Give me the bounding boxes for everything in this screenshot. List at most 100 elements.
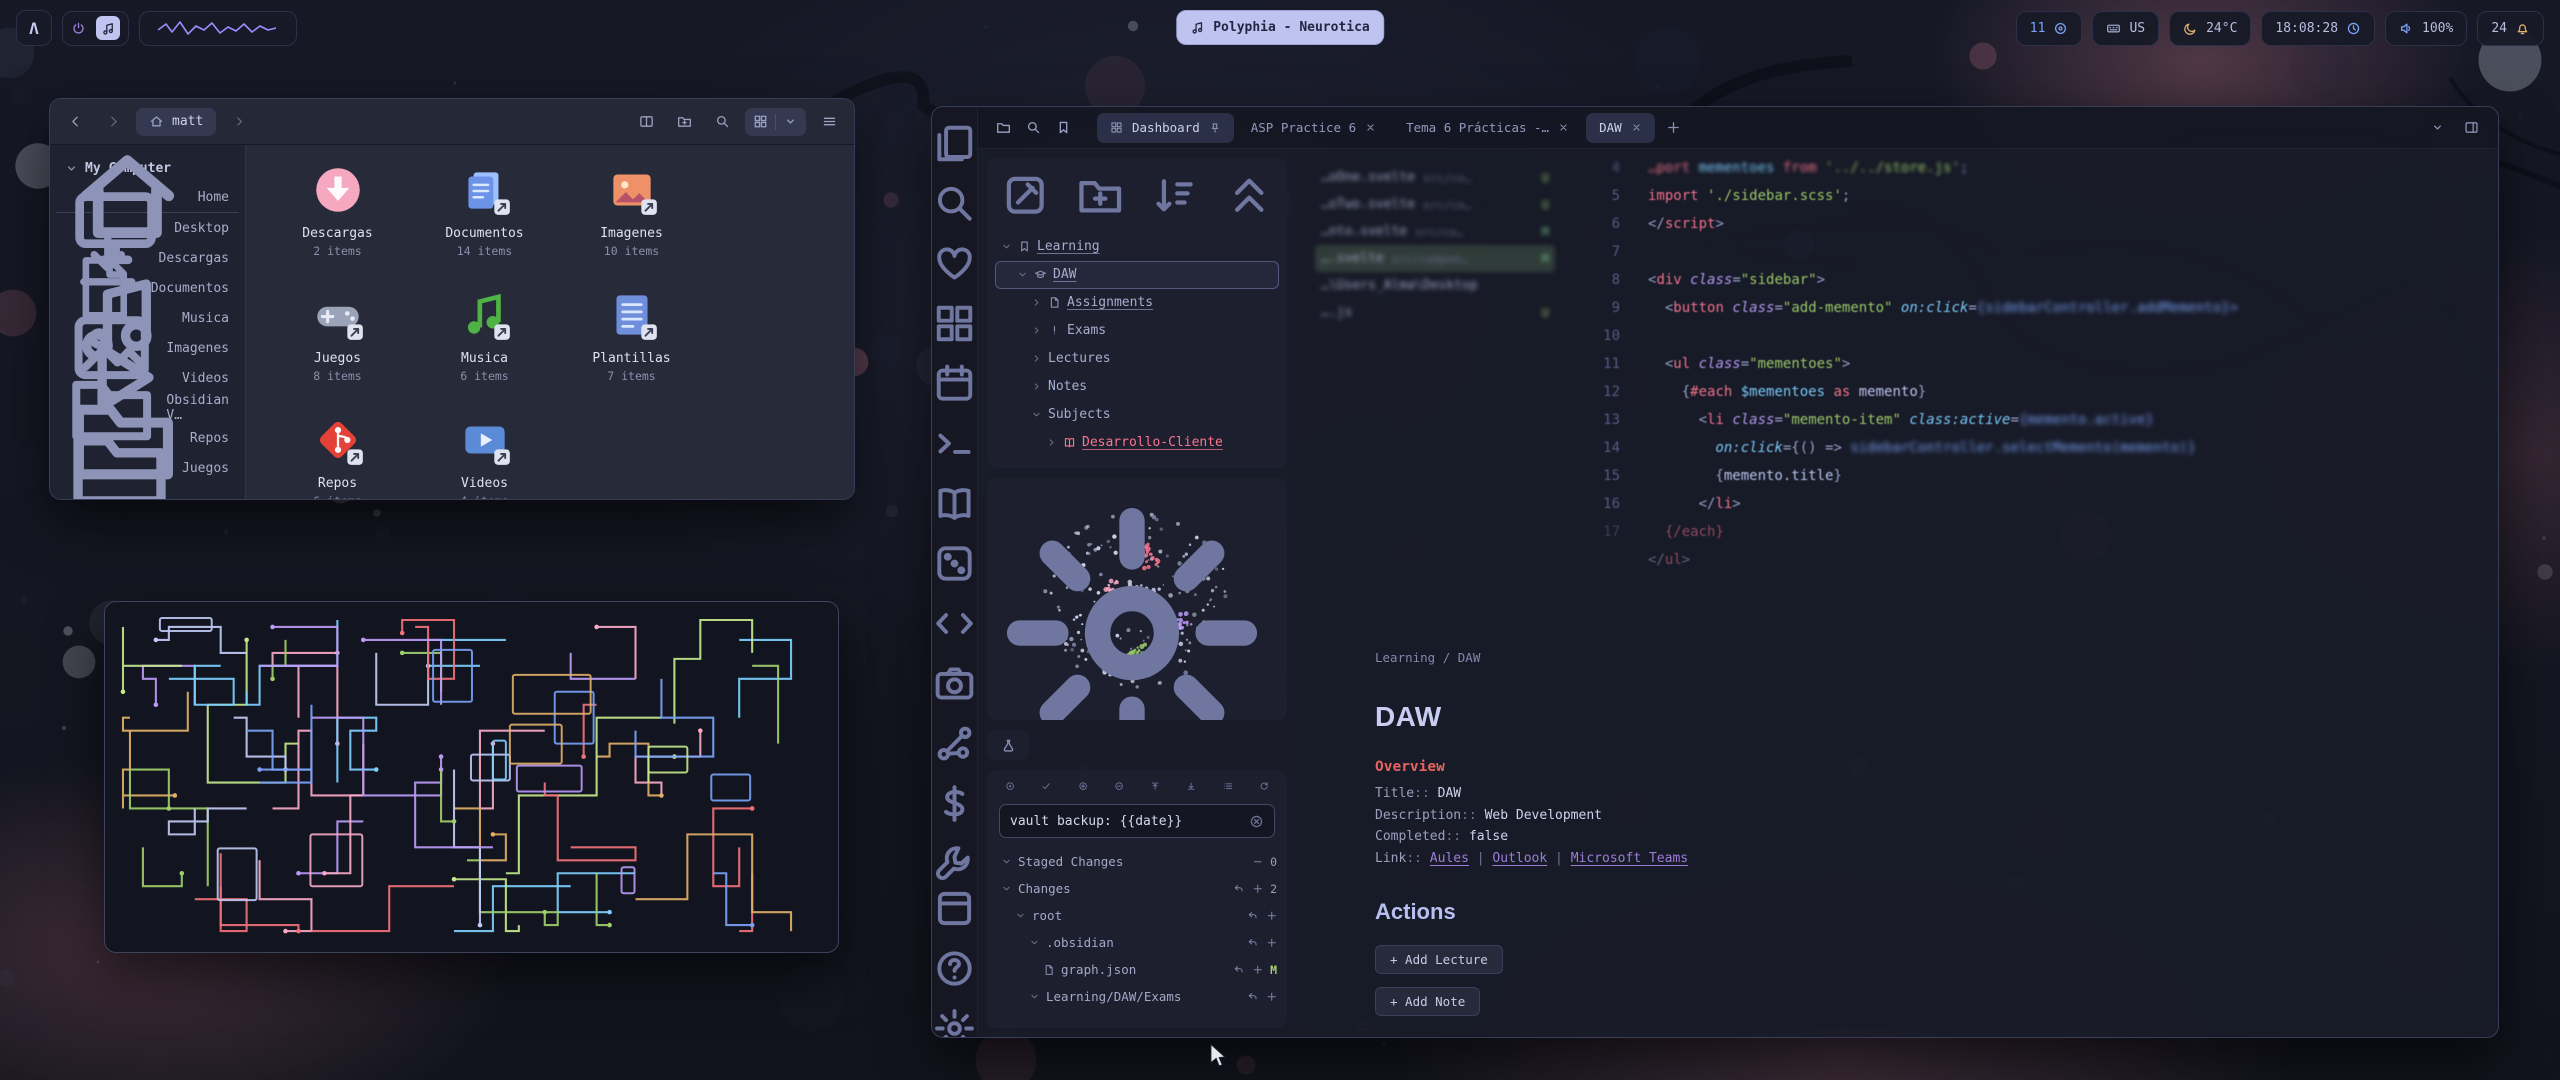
audio-visualizer[interactable] <box>139 11 297 46</box>
gear-icon[interactable] <box>987 488 1277 720</box>
view-switcher[interactable] <box>745 108 806 136</box>
view-caret-icon[interactable] <box>783 114 798 129</box>
row-actions[interactable] <box>1247 937 1277 949</box>
list-icon[interactable] <box>1223 781 1233 791</box>
down2-icon[interactable] <box>1186 781 1196 791</box>
refresh-icon[interactable] <box>1259 781 1269 791</box>
tree-item-notes[interactable]: Notes <box>995 373 1279 401</box>
folder-juegos[interactable]: Juegos8 items <box>264 286 411 383</box>
git-row-staged-changes[interactable]: Staged Changes0 <box>997 848 1277 875</box>
new-tab-button[interactable] <box>1661 115 1687 141</box>
folder-musica[interactable]: Musica6 items <box>411 286 558 383</box>
graph-icon[interactable] <box>932 721 977 766</box>
launcher-button[interactable]: Λ <box>16 10 52 46</box>
git-row-obsidian[interactable]: .obsidian <box>997 929 1277 956</box>
tab-list-button[interactable] <box>2424 115 2450 141</box>
row-actions[interactable]: M <box>1233 963 1277 977</box>
gear-icon[interactable] <box>932 1006 977 1038</box>
now-playing-pill[interactable]: Polyphia - Neurotica <box>1176 10 1384 45</box>
link-outlook[interactable]: Outlook <box>1492 851 1547 866</box>
box-icon[interactable] <box>932 886 977 931</box>
wrench-icon[interactable] <box>932 841 977 886</box>
folder-tab-icon[interactable] <box>996 120 1011 135</box>
git-row-learning-daw-exams[interactable]: Learning/DAW/Exams <box>997 983 1277 1010</box>
keyboard-layout-pill[interactable]: US <box>2092 11 2159 46</box>
workspaces-pill[interactable]: 11 <box>2016 11 2083 46</box>
back-button[interactable] <box>60 107 90 137</box>
action-button-add-note[interactable]: + Add Note <box>1375 987 1480 1016</box>
media-icon[interactable] <box>96 16 120 40</box>
new-folder-button[interactable] <box>669 107 699 137</box>
collapsed-panel[interactable] <box>987 730 1029 760</box>
clock-pill[interactable]: 18:08:28 <box>2261 11 2375 46</box>
folder-repos[interactable]: Repos6 items <box>264 411 411 500</box>
search-tab-icon[interactable] <box>1026 120 1041 135</box>
toggle-right-sidebar-button[interactable] <box>2458 115 2484 141</box>
sort-icon[interactable] <box>1150 171 1199 220</box>
book-icon[interactable] <box>932 481 977 526</box>
calendar-icon[interactable] <box>932 361 977 406</box>
files-icon[interactable] <box>932 121 977 166</box>
git-row-changes[interactable]: Changes2 <box>997 875 1277 902</box>
terminal-icon[interactable] <box>932 421 977 466</box>
row-actions[interactable] <box>1247 991 1277 1003</box>
camera-icon[interactable] <box>932 661 977 706</box>
breadcrumb[interactable]: matt <box>136 108 216 136</box>
tree-item-subjects[interactable]: Subjects <box>995 401 1279 429</box>
link-aules[interactable]: Aules <box>1430 851 1469 866</box>
folder-imagenes[interactable]: Imagenes10 items <box>558 161 705 258</box>
row-actions[interactable] <box>1247 910 1277 922</box>
upload-icon[interactable] <box>1150 781 1160 791</box>
volume-pill[interactable]: 100% <box>2385 11 2467 46</box>
pluscirc-icon[interactable] <box>1078 781 1088 791</box>
dollar-icon[interactable] <box>932 781 977 826</box>
help-icon[interactable] <box>932 946 977 991</box>
dice-icon[interactable] <box>932 541 977 586</box>
search-icon[interactable] <box>932 181 977 226</box>
sidebar-item-juegos[interactable]: Juegos <box>56 453 239 483</box>
split-view-button[interactable] <box>631 107 661 137</box>
tree-item-assignments[interactable]: Assignments <box>995 289 1279 317</box>
folder-descargas[interactable]: Descargas2 items <box>264 161 411 258</box>
tree-item-daw[interactable]: DAW <box>995 261 1279 289</box>
action-button-add-lecture[interactable]: + Add Lecture <box>1375 945 1503 974</box>
forward-button[interactable] <box>98 107 128 137</box>
close-icon[interactable] <box>1365 122 1376 133</box>
newnote-icon[interactable] <box>1001 171 1050 220</box>
row-actions[interactable]: 0 <box>1252 855 1277 869</box>
close-icon[interactable] <box>1558 122 1569 133</box>
grid-view-icon[interactable] <box>753 114 768 129</box>
tree-item-exams[interactable]: Exams <box>995 317 1279 345</box>
tree-item-lectures[interactable]: Lectures <box>995 345 1279 373</box>
heart-icon[interactable] <box>932 241 977 286</box>
grid-icon[interactable] <box>932 301 977 346</box>
tree-item-desarrollo-cliente[interactable]: Desarrollo-Cliente <box>995 429 1279 457</box>
check-icon[interactable] <box>1041 781 1051 791</box>
weather-pill[interactable]: 24°C <box>2169 11 2251 46</box>
tree-item-learning[interactable]: Learning <box>995 233 1279 261</box>
folder-plantillas[interactable]: Plantillas7 items <box>558 286 705 383</box>
notifications-pill[interactable]: 24 <box>2477 11 2544 46</box>
tab-tema-6-pr-cticas[interactable]: Tema 6 Prácticas -… <box>1393 113 1582 143</box>
commit-message-input[interactable] <box>1010 814 1241 829</box>
collapse-icon[interactable] <box>1225 171 1274 220</box>
tab-asp-practice-6[interactable]: ASP Practice 6 <box>1238 113 1389 143</box>
git-row-graph-json[interactable]: graph.jsonM <box>997 956 1277 983</box>
folder-documentos[interactable]: Documentos14 items <box>411 161 558 258</box>
git-row-root[interactable]: root <box>997 902 1277 929</box>
folder-videos[interactable]: Videos4 items <box>411 411 558 500</box>
clear-icon[interactable] <box>1249 814 1264 829</box>
search-button[interactable] <box>707 107 737 137</box>
power-icon[interactable] <box>71 21 86 36</box>
tab-daw[interactable]: DAW <box>1586 113 1655 143</box>
link-microsoft-teams[interactable]: Microsoft Teams <box>1571 851 1688 866</box>
circledot-icon[interactable] <box>1005 781 1015 791</box>
code-icon[interactable] <box>932 601 977 646</box>
menu-button[interactable] <box>814 107 844 137</box>
close-icon[interactable] <box>1631 122 1642 133</box>
row-actions[interactable]: 2 <box>1233 882 1277 896</box>
tab-dashboard[interactable]: Dashboard <box>1097 113 1234 143</box>
note-breadcrumb[interactable]: Learning / DAW <box>1375 650 2453 665</box>
minuscirc-icon[interactable] <box>1114 781 1124 791</box>
bookmark-tab-icon[interactable] <box>1056 120 1071 135</box>
